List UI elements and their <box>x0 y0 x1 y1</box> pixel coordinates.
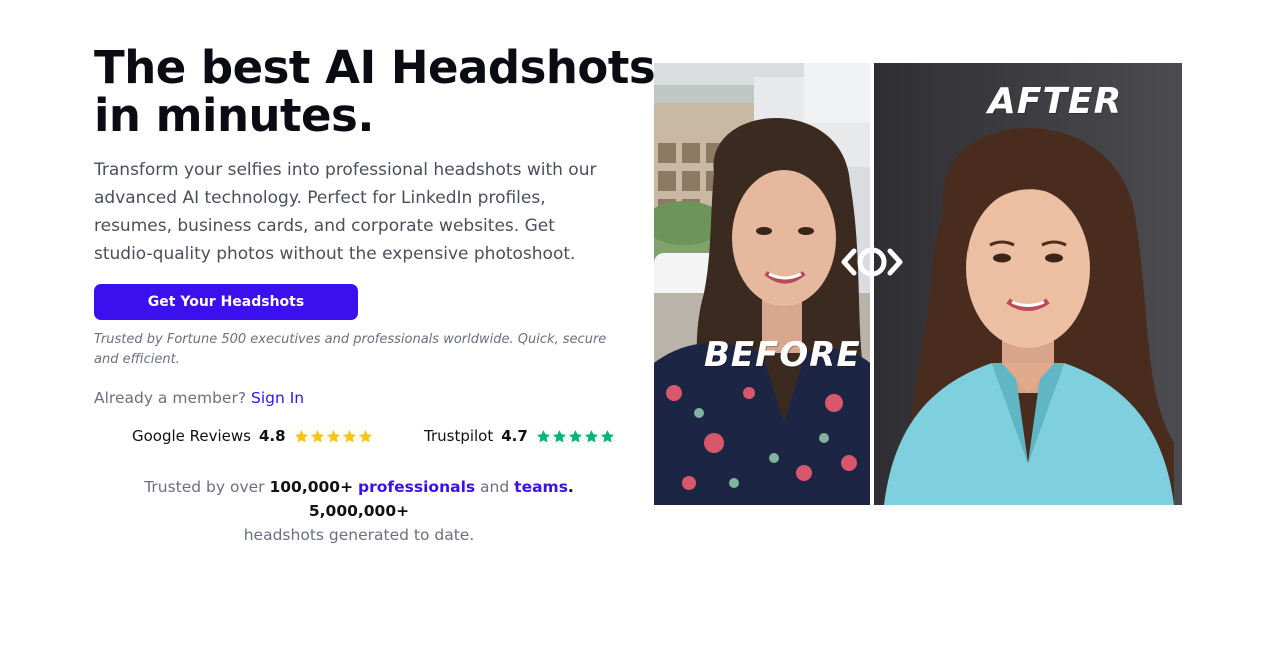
slider-handle-icon <box>841 247 903 277</box>
trustpilot-name: Trustpilot <box>424 427 494 445</box>
google-reviews-name: Google Reviews <box>132 427 251 445</box>
member-prompt: Already a member? <box>94 389 247 407</box>
hero-title-line-2: in minutes. <box>94 89 374 142</box>
google-star-icon <box>342 429 356 442</box>
get-headshots-button[interactable]: Get Your Headshots <box>94 284 358 320</box>
before-photo: BEFORE <box>654 63 870 505</box>
summary-headshot-count: 5,000,000+ <box>308 502 410 520</box>
google-star-icon <box>326 429 340 442</box>
google-star-icon <box>310 429 324 442</box>
member-line: Already a member? Sign In <box>94 388 619 408</box>
after-photo: AFTER <box>874 63 1182 505</box>
summary-suffix: headshots generated to date. <box>243 526 475 544</box>
trustpilot-star-icon <box>536 429 550 442</box>
trustpilot-stars <box>536 429 615 444</box>
before-photo-illustration <box>654 63 870 505</box>
professionals-link[interactable]: professionals <box>358 478 475 496</box>
hero-section: The best AI Headshots in minutes. Transf… <box>94 41 656 547</box>
trustpilot-star-icon <box>552 429 566 442</box>
page: The best AI Headshots in minutes. Transf… <box>0 0 1272 652</box>
teams-link[interactable]: teams <box>514 478 568 496</box>
after-label: AFTER <box>988 81 1123 122</box>
review-ratings: Google Reviews 4.8 Trustpilot 4.7 <box>94 427 624 449</box>
comparison-slider-handle[interactable] <box>840 243 904 281</box>
after-photo-illustration <box>874 63 1182 505</box>
hero-title-line-1: The best AI Headshots <box>94 41 656 94</box>
trustpilot-star-icon <box>568 429 582 442</box>
trustpilot-rating[interactable]: Trustpilot 4.7 <box>424 427 615 445</box>
trustpilot-star-icon <box>584 429 598 442</box>
trusted-note: Trusted by Fortune 500 executives and pr… <box>94 332 607 367</box>
hero-title: The best AI Headshots in minutes. <box>94 41 656 142</box>
trustpilot-star-icon <box>600 429 614 442</box>
summary-and: and <box>480 478 510 496</box>
hero-description: Transform your selfies into professional… <box>94 160 597 264</box>
trustpilot-score: 4.7 <box>501 427 528 445</box>
google-star-icon <box>294 429 308 442</box>
summary-prefix: Trusted by over <box>144 478 265 496</box>
summary-user-count: 100,000+ <box>269 478 354 496</box>
before-label: BEFORE <box>704 335 861 375</box>
google-star-icon <box>358 429 372 442</box>
before-after-comparison[interactable]: BEFORE AFTER <box>654 63 1182 505</box>
usage-summary: Trusted by over 100,000+ professionals a… <box>144 478 574 544</box>
google-reviews-rating[interactable]: Google Reviews 4.8 <box>132 427 373 445</box>
sign-in-link[interactable]: Sign In <box>251 389 304 407</box>
google-stars <box>294 429 373 444</box>
google-reviews-score: 4.8 <box>259 427 286 445</box>
